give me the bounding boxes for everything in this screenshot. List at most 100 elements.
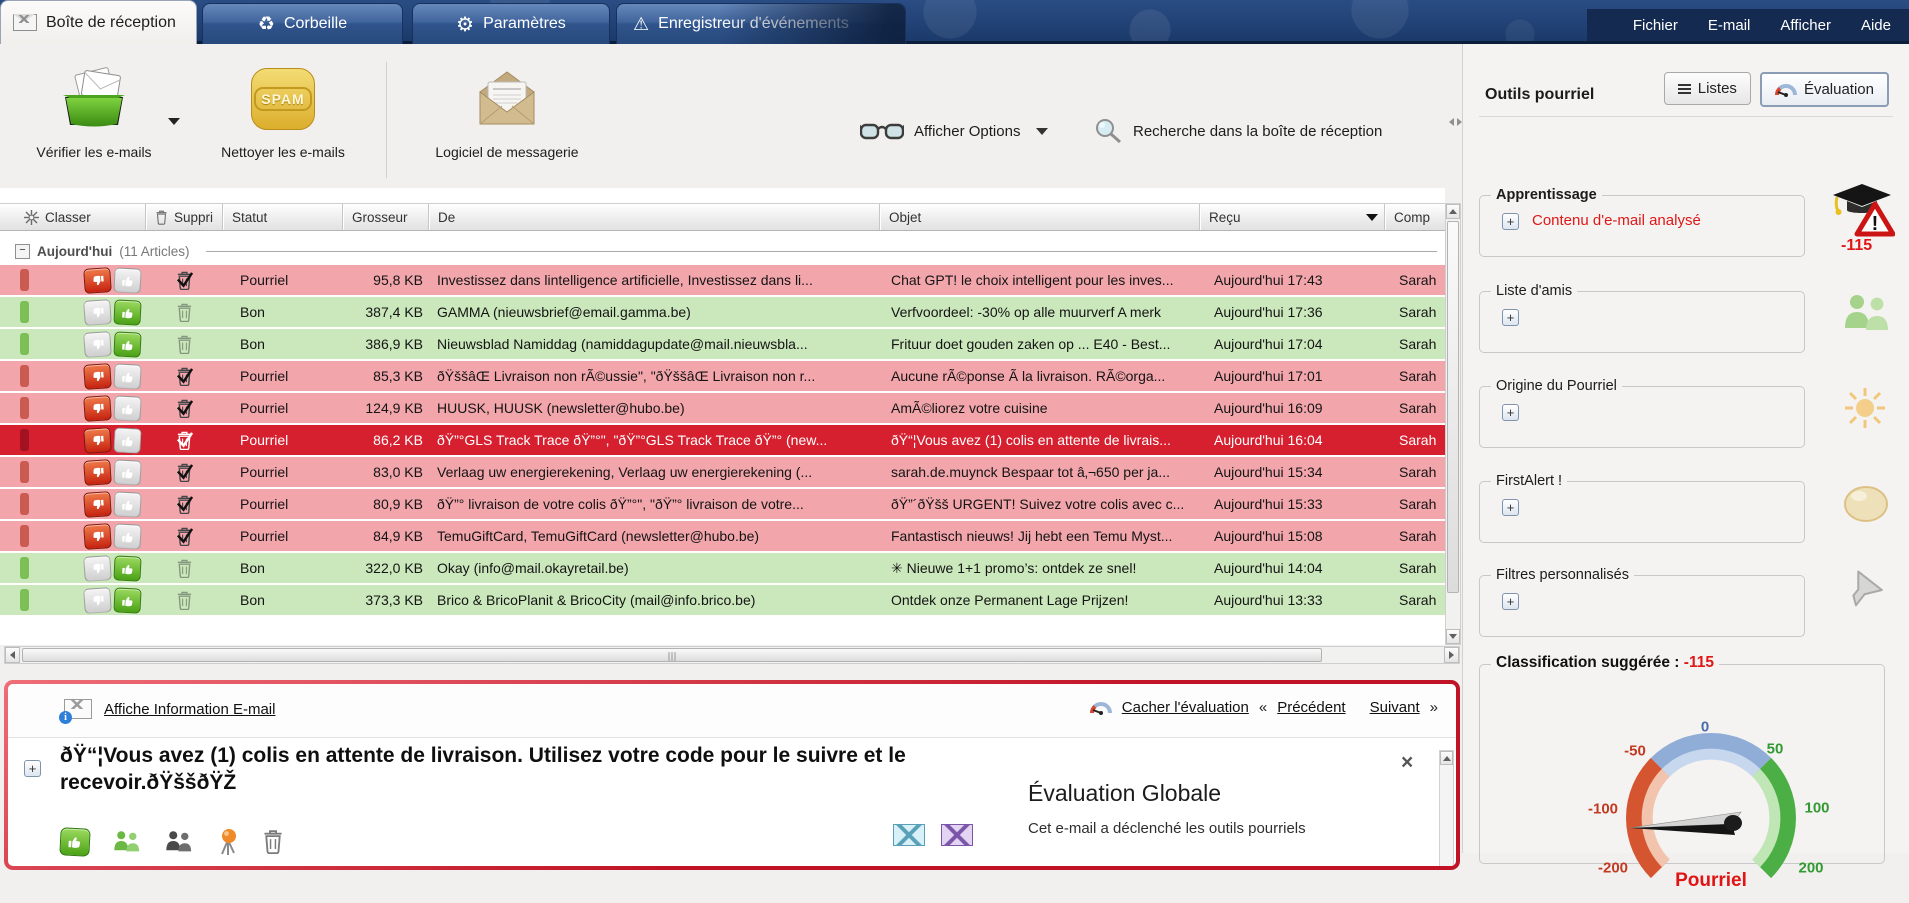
learning-analyzed-link[interactable]: Contenu d'e-mail analysé	[1532, 212, 1701, 229]
horizontal-scrollbar[interactable]	[4, 646, 1460, 664]
header-received[interactable]: Reçu	[1200, 204, 1385, 230]
header-size[interactable]: Grosseur	[343, 204, 429, 230]
message-row[interactable]: Pourriel 85,3 KB ðŸššâŒ Livraison non rÃ…	[0, 361, 1445, 391]
delete-cell[interactable]	[146, 457, 223, 487]
subject-value: AmÃ©liorez votre cuisine	[880, 393, 1200, 423]
evaluation-button[interactable]: Évaluation	[1760, 72, 1889, 107]
scroll-thumb[interactable]	[22, 648, 1322, 662]
thumbs-down-button[interactable]	[83, 491, 112, 518]
thumbs-up-button[interactable]	[113, 587, 141, 613]
collapse-group-icon[interactable]: −	[15, 244, 30, 259]
thumbs-up-button[interactable]	[113, 267, 141, 293]
delete-cell[interactable]	[146, 425, 223, 455]
thumbs-down-button[interactable]	[83, 587, 112, 614]
menu-help[interactable]: Aide	[1861, 17, 1891, 34]
thumbs-up-button[interactable]	[113, 523, 141, 549]
message-row[interactable]: Pourriel 86,2 KB ðŸ”°GLS Track Trace ðŸ”…	[0, 425, 1445, 455]
delete-cell[interactable]	[146, 329, 223, 359]
message-row[interactable]: Pourriel 124,9 KB HUUSK, HUUSK (newslett…	[0, 393, 1445, 423]
previous-link[interactable]: Précédent	[1277, 699, 1345, 716]
vertical-scrollbar[interactable]	[1445, 203, 1461, 645]
message-row[interactable]: Bon 386,9 KB Nieuwsblad Namiddag (namidd…	[0, 329, 1445, 359]
header-subject[interactable]: Objet	[880, 204, 1200, 230]
first-alert-button[interactable]	[216, 828, 240, 856]
show-email-info-link[interactable]: Affiche Information E-mail	[104, 701, 275, 718]
thumbs-up-button[interactable]	[113, 299, 141, 325]
header-status[interactable]: Statut	[223, 204, 343, 230]
delete-cell[interactable]	[146, 521, 223, 551]
email-info-header: i Affiche Information E-mail Cacher l'év…	[8, 684, 1456, 738]
header-account[interactable]: Comp	[1385, 204, 1445, 230]
close-icon[interactable]: ×	[1401, 754, 1413, 772]
thumbs-down-button[interactable]	[83, 523, 112, 550]
panel-splitter-handle[interactable]	[1449, 118, 1462, 126]
envelope-purple-icon[interactable]	[941, 824, 973, 846]
thumbs-up-button[interactable]	[113, 363, 141, 389]
delete-message-button[interactable]	[262, 828, 284, 854]
thumbs-down-button[interactable]	[83, 427, 112, 454]
thumbs-down-button[interactable]	[83, 299, 112, 326]
tab-trash[interactable]: ♻ Corbeille	[202, 3, 403, 44]
clean-mail-button[interactable]: SPAM Nettoyer les e-mails	[213, 66, 353, 160]
mail-program-button[interactable]: Logiciel de messagerie	[432, 66, 582, 160]
thumbs-down-button[interactable]	[83, 363, 112, 390]
delete-cell[interactable]	[146, 585, 223, 615]
lists-button[interactable]: Listes	[1664, 72, 1751, 105]
thumbs-up-button[interactable]	[113, 491, 141, 517]
thumbs-down-button[interactable]	[83, 267, 112, 294]
message-row[interactable]: Bon 373,3 KB Brico & BricoPlanit & Brico…	[0, 585, 1445, 615]
delete-cell[interactable]	[146, 553, 223, 583]
scroll-thumb[interactable]	[1447, 221, 1459, 593]
expand-button[interactable]: +	[1502, 499, 1519, 516]
scroll-right-button[interactable]	[1444, 647, 1459, 663]
menu-email[interactable]: E-mail	[1708, 17, 1751, 34]
thumbs-down-button[interactable]	[83, 555, 112, 582]
add-blacklist-button[interactable]	[164, 828, 194, 854]
scroll-up-button[interactable]	[1446, 204, 1460, 219]
scroll-down-button[interactable]	[1446, 629, 1460, 644]
expand-button[interactable]: +	[1502, 309, 1519, 326]
panel-scrollbar[interactable]	[1439, 750, 1454, 866]
check-mail-button[interactable]: Vérifier les e-mails	[24, 66, 164, 160]
message-row[interactable]: Pourriel 80,9 KB ðŸ”° livraison de votre…	[0, 489, 1445, 519]
add-friend-button[interactable]	[112, 828, 142, 854]
tab-inbox[interactable]: Boîte de réception	[0, 0, 197, 44]
check-mail-dropdown-arrow[interactable]	[168, 118, 180, 125]
thumbs-up-button[interactable]	[113, 395, 141, 421]
menu-file[interactable]: Fichier	[1633, 17, 1678, 34]
thumbs-up-button[interactable]	[113, 427, 141, 453]
delete-cell[interactable]	[146, 297, 223, 327]
tab-event-log[interactable]: ⚠ Enregistreur d'événements	[616, 3, 906, 44]
header-classify[interactable]: Classer	[15, 204, 146, 230]
delete-cell[interactable]	[146, 489, 223, 519]
delete-cell[interactable]	[146, 393, 223, 423]
header-from[interactable]: De	[429, 204, 880, 230]
thumbs-up-button[interactable]	[113, 459, 141, 485]
expand-button[interactable]: +	[1502, 404, 1519, 421]
delete-cell[interactable]	[146, 361, 223, 391]
message-row[interactable]: Pourriel 95,8 KB Investissez dans lintel…	[0, 265, 1445, 295]
delete-cell[interactable]	[146, 265, 223, 295]
menu-view[interactable]: Afficher	[1780, 17, 1831, 34]
message-row[interactable]: Bon 387,4 KB GAMMA (nieuwsbrief@email.ga…	[0, 297, 1445, 327]
thumbs-down-button[interactable]	[83, 459, 112, 486]
envelope-cyan-icon[interactable]	[893, 824, 925, 846]
tab-settings[interactable]: ⚙ Paramètres	[412, 3, 610, 44]
next-link[interactable]: Suivant	[1370, 699, 1420, 716]
thumbs-down-button[interactable]	[83, 395, 112, 422]
thumbs-up-button[interactable]	[113, 555, 141, 581]
display-options-button[interactable]: Afficher Options	[860, 120, 1048, 142]
message-row[interactable]: Pourriel 83,0 KB Verlaag uw energiereken…	[0, 457, 1445, 487]
scroll-left-button[interactable]	[5, 647, 20, 663]
message-row[interactable]: Bon 322,0 KB Okay (info@mail.okayretail.…	[0, 553, 1445, 583]
mark-good-button[interactable]	[59, 827, 90, 857]
header-delete[interactable]: Suppri	[146, 204, 223, 230]
expand-button[interactable]: +	[1502, 593, 1519, 610]
search-inbox[interactable]: Recherche dans la boîte de réception	[1093, 118, 1382, 144]
hide-evaluation-link[interactable]: Cacher l'évaluation	[1122, 699, 1249, 716]
message-row[interactable]: Pourriel 84,9 KB TemuGiftCard, TemuGiftC…	[0, 521, 1445, 551]
thumbs-up-button[interactable]	[113, 331, 141, 357]
thumbs-down-button[interactable]	[83, 331, 112, 358]
expand-button[interactable]: +	[1502, 213, 1519, 230]
expand-message-button[interactable]: +	[24, 760, 41, 777]
